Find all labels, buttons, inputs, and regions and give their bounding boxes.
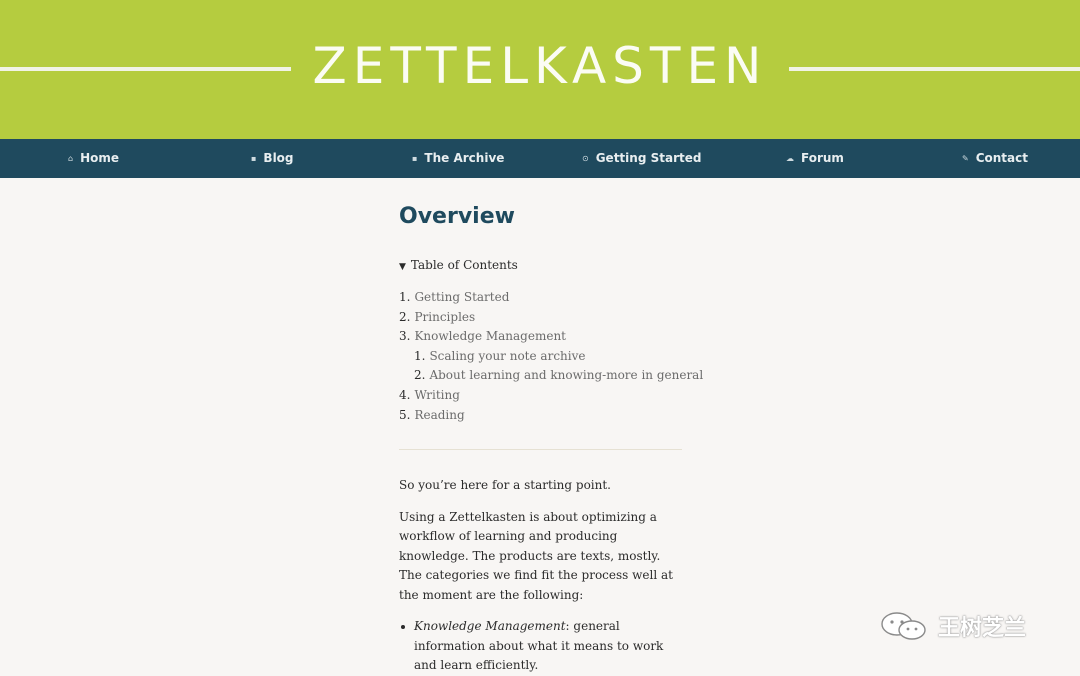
wechat-logo-icon xyxy=(881,612,926,640)
archive-icon: ▪ xyxy=(412,154,418,163)
disclosure-triangle-icon: ▼ xyxy=(399,262,406,272)
category-list: Knowledge Management: general informatio… xyxy=(399,617,682,676)
toc-number: 4. xyxy=(399,387,411,402)
toc-item[interactable]: 3. Knowledge Management xyxy=(399,327,703,347)
toc-number: 2. xyxy=(414,368,426,383)
toc-item[interactable]: 5. Reading xyxy=(399,406,703,426)
toc-item[interactable]: 2. Principles xyxy=(399,308,703,328)
page-title: Overview xyxy=(399,204,515,229)
blog-icon: ▪ xyxy=(251,154,257,163)
nav-item-contact[interactable]: ✎ Contact xyxy=(962,139,1028,178)
watermark-text: 王树芝兰 xyxy=(938,616,1027,641)
nav-item-getting-started[interactable]: ⊙ Getting Started xyxy=(582,139,701,178)
nav-item-label: Forum xyxy=(801,151,844,165)
toc-subitem[interactable]: 1. Scaling your note archive xyxy=(399,347,703,367)
nav-item-label: The Archive xyxy=(424,151,505,165)
nav-item-label: Contact xyxy=(975,151,1028,165)
toc-link[interactable]: Writing xyxy=(414,388,459,402)
toc-number: 2. xyxy=(399,309,411,324)
nav-item-forum[interactable]: ☁ Forum xyxy=(786,139,844,178)
table-of-contents: 1. Getting Started 2. Principles 3. Knowled… xyxy=(399,288,703,425)
getting-started-icon: ⊙ xyxy=(582,154,589,163)
nav-item-blog[interactable]: ▪ Blog xyxy=(251,139,294,178)
nav-item-the-archive[interactable]: ▪ The Archive xyxy=(412,139,504,178)
nav-item-home[interactable]: ⌂ Home xyxy=(68,139,119,178)
header-rule-right xyxy=(789,67,1080,71)
toc-item[interactable]: 4. Writing xyxy=(399,386,703,406)
toc-link[interactable]: Reading xyxy=(414,408,464,422)
toc-number: 3. xyxy=(399,329,411,344)
list-item: Knowledge Management: general informatio… xyxy=(401,617,682,676)
list-item-term: Knowledge Management xyxy=(414,619,566,633)
site-header: ZETTELKASTEN xyxy=(0,0,1080,139)
home-icon: ⌂ xyxy=(68,154,74,163)
toc-label: Table of Contents xyxy=(410,258,518,272)
toc-link[interactable]: About learning and knowing-more in gener… xyxy=(429,368,703,382)
toc-number: 1. xyxy=(399,290,411,304)
toc-number: 1. xyxy=(414,348,426,363)
toc-number: 5. xyxy=(399,407,411,422)
toc-item[interactable]: 1. Getting Started xyxy=(399,288,703,308)
forum-icon: ☁ xyxy=(786,154,794,163)
watermark: 王树芝兰 xyxy=(878,608,1026,644)
nav-item-label: Getting Started xyxy=(595,151,702,165)
header-rule-left xyxy=(0,67,291,71)
toc-link[interactable]: Knowledge Management xyxy=(414,329,566,343)
site-title[interactable]: ZETTELKASTEN xyxy=(291,36,789,96)
main-nav: ⌂ Home ▪ Blog ▪ The Archive ⊙ Getting Starte… xyxy=(0,139,1080,178)
toc-link[interactable]: Getting Started xyxy=(414,290,509,304)
nav-item-label: Blog xyxy=(263,151,294,165)
toc-toggle[interactable]: ▼ Table of Contents xyxy=(399,258,518,272)
article-body: So you’re here for a starting point. Usi… xyxy=(399,476,682,676)
intro-paragraph: So you’re here for a starting point. xyxy=(399,478,611,492)
toc-link[interactable]: Scaling your note archive xyxy=(429,349,585,363)
nav-item-label: Home xyxy=(80,151,120,165)
toc-subitem[interactable]: 2. About learning and knowing-more in gen… xyxy=(399,366,703,386)
contact-icon: ✎ xyxy=(962,154,969,163)
toc-link[interactable]: Principles xyxy=(414,310,475,324)
section-divider xyxy=(399,449,682,450)
body-paragraph: Using a Zettelkasten is about optimizing… xyxy=(399,509,673,602)
